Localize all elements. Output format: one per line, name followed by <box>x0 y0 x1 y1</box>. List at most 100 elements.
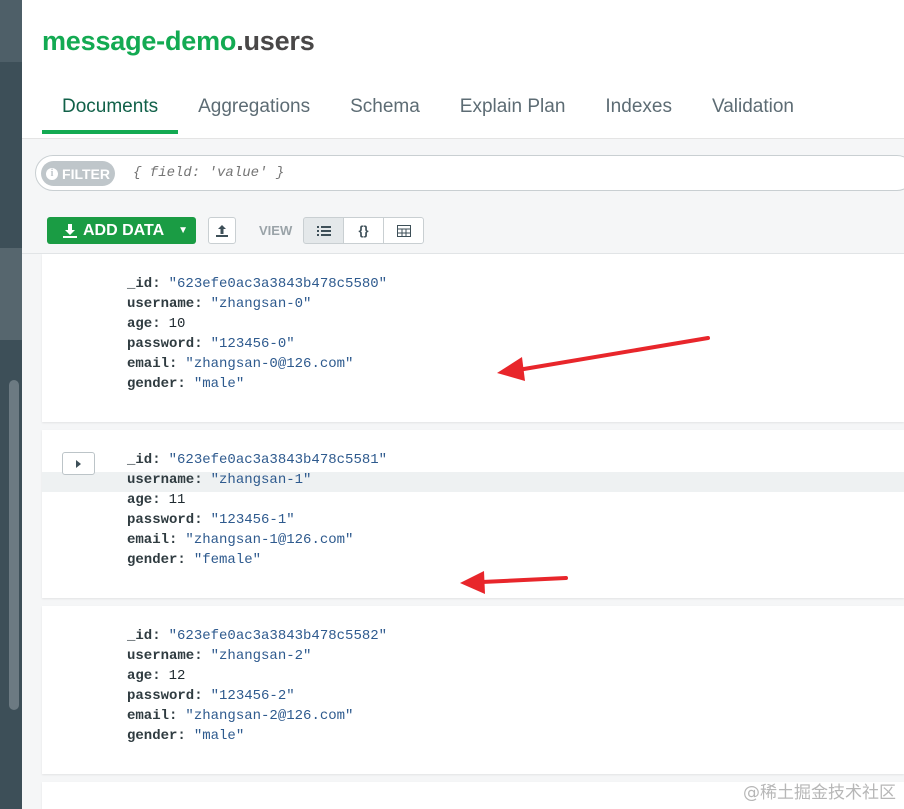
field-value: "123456-1" <box>210 512 295 528</box>
documents-toolbar: ADD DATA ▼ VIEW {} <box>22 207 904 254</box>
field-key: age: <box>127 316 161 332</box>
export-icon <box>216 224 228 237</box>
field-username: username: "zhangsan-0" <box>127 296 387 316</box>
field-key: email: <box>127 532 178 548</box>
field-value: "male" <box>193 376 245 392</box>
field-value: "male" <box>193 728 245 744</box>
field-password: password: "123456-2" <box>127 688 387 708</box>
field-value: "123456-0" <box>210 336 295 352</box>
field-age: age: 12 <box>127 668 387 688</box>
table-view-button[interactable] <box>383 217 424 244</box>
field-key: age: <box>127 492 161 508</box>
caret-down-icon: ▼ <box>178 225 189 236</box>
field-key: username: <box>127 648 203 664</box>
filter-button[interactable]: i FILTER <box>41 161 115 186</box>
watermark: @稀土掘金技术社区 <box>743 783 896 803</box>
sidebar-segment <box>0 0 22 62</box>
json-braces-icon: {} <box>358 223 369 238</box>
tab-bar: Documents Aggregations Schema Explain Pl… <box>42 92 814 138</box>
sidebar-segment <box>0 248 22 340</box>
field-gender: gender: "male" <box>127 376 387 396</box>
main-panel: message-demo.users Documents Aggregation… <box>22 0 904 809</box>
tab-indexes[interactable]: Indexes <box>585 92 692 134</box>
field-password: password: "123456-1" <box>127 512 387 532</box>
field-gender: gender: "female" <box>127 552 387 572</box>
field-key: age: <box>127 668 161 684</box>
field-key: _id: <box>127 276 161 292</box>
caret-right-icon <box>75 459 81 468</box>
info-icon: i <box>46 167 59 180</box>
field-value: "123456-2" <box>210 688 295 704</box>
document-card[interactable]: _id: "623efe0ac3a3843b478c5580" username:… <box>42 254 904 422</box>
field-value: "623efe0ac3a3843b478c5582" <box>168 628 388 644</box>
table-icon <box>396 224 411 237</box>
filter-input[interactable] <box>131 164 735 182</box>
json-view-button[interactable]: {} <box>343 217 384 244</box>
field-value: "623efe0ac3a3843b478c5581" <box>168 452 388 468</box>
add-data-button[interactable]: ADD DATA ▼ <box>47 217 196 244</box>
field-key: password: <box>127 688 203 704</box>
list-view-button[interactable] <box>303 217 344 244</box>
field-id: _id: "623efe0ac3a3843b478c5580" <box>127 276 387 296</box>
sidebar-scrollbar[interactable] <box>9 380 19 710</box>
document-fields: _id: "623efe0ac3a3843b478c5580" username:… <box>127 276 387 396</box>
field-gender: gender: "male" <box>127 728 387 748</box>
field-key: password: <box>127 512 203 528</box>
page-title: message-demo.users <box>42 26 315 57</box>
field-key: _id: <box>127 452 161 468</box>
field-key: username: <box>127 472 203 488</box>
tab-validation[interactable]: Validation <box>692 92 814 134</box>
expand-document-button[interactable] <box>62 452 95 475</box>
field-key: gender: <box>127 552 186 568</box>
view-toggle-group: {} <box>303 217 424 244</box>
list-icon <box>316 225 331 236</box>
tab-schema[interactable]: Schema <box>330 92 440 134</box>
field-key: email: <box>127 708 178 724</box>
field-email: email: "zhangsan-0@126.com" <box>127 356 387 376</box>
field-value: "zhangsan-0" <box>210 296 312 312</box>
field-value: "zhangsan-0@126.com" <box>185 356 354 372</box>
document-list: _id: "623efe0ac3a3843b478c5580" username:… <box>22 254 904 809</box>
add-data-label: ADD DATA <box>83 221 165 239</box>
field-email: email: "zhangsan-1@126.com" <box>127 532 387 552</box>
database-name: message-demo <box>42 26 237 56</box>
view-label: VIEW <box>259 223 293 238</box>
field-value: 11 <box>168 492 186 508</box>
field-key: email: <box>127 356 178 372</box>
field-key: username: <box>127 296 203 312</box>
collection-name: .users <box>236 26 315 56</box>
field-age: age: 10 <box>127 316 387 336</box>
field-value: "zhangsan-1@126.com" <box>185 532 354 548</box>
collection-header: message-demo.users Documents Aggregation… <box>22 0 904 139</box>
field-email: email: "zhangsan-2@126.com" <box>127 708 387 728</box>
filter-box: i FILTER <box>35 155 904 191</box>
field-value: 12 <box>168 668 186 684</box>
field-id: _id: "623efe0ac3a3843b478c5581" <box>127 452 387 472</box>
export-button[interactable] <box>208 217 236 244</box>
field-age: age: 11 <box>127 492 387 512</box>
document-fields: _id: "623efe0ac3a3843b478c5581" username:… <box>127 452 387 572</box>
download-icon <box>63 223 77 238</box>
field-key: password: <box>127 336 203 352</box>
field-username: username: "zhangsan-2" <box>127 648 387 668</box>
document-fields: _id: "623efe0ac3a3843b478c5582" username:… <box>127 628 387 748</box>
field-value: "zhangsan-2" <box>210 648 312 664</box>
document-card[interactable]: _id: "623efe0ac3a3843b478c5582" username:… <box>42 606 904 774</box>
field-value: 10 <box>168 316 186 332</box>
tab-documents[interactable]: Documents <box>42 92 179 134</box>
field-key: gender: <box>127 376 186 392</box>
sidebar-segment <box>0 62 22 248</box>
field-key: gender: <box>127 728 186 744</box>
field-password: password: "123456-0" <box>127 336 387 356</box>
field-value: "zhangsan-1" <box>210 472 312 488</box>
tab-explain-plan[interactable]: Explain Plan <box>440 92 586 134</box>
field-id: _id: "623efe0ac3a3843b478c5582" <box>127 628 387 648</box>
tab-aggregations[interactable]: Aggregations <box>178 92 330 134</box>
field-value: "623efe0ac3a3843b478c5580" <box>168 276 388 292</box>
filter-bar: i FILTER <box>22 139 904 207</box>
document-card[interactable]: _id: "623efe0ac3a3843b478c5581" username:… <box>42 430 904 598</box>
filter-button-label: FILTER <box>62 165 110 182</box>
left-sidebar <box>0 0 22 809</box>
field-key: _id: <box>127 628 161 644</box>
field-value: "zhangsan-2@126.com" <box>185 708 354 724</box>
